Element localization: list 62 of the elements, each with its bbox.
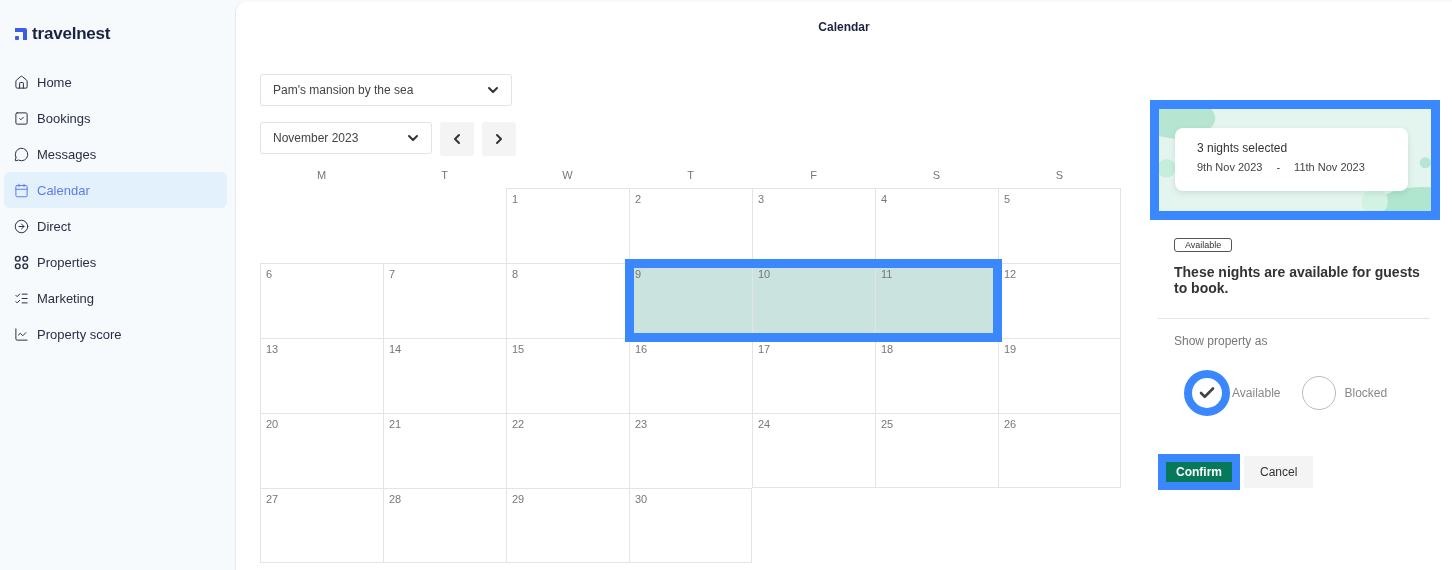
- status-badge: Available: [1174, 238, 1233, 252]
- next-button[interactable]: [482, 122, 516, 156]
- weekday-label: W: [561, 168, 574, 183]
- radio-button[interactable]: [1184, 370, 1230, 416]
- radio-button[interactable]: [1302, 376, 1337, 410]
- sidebar-item[interactable]: Direct: [4, 208, 227, 244]
- date-separator: -: [1276, 161, 1281, 173]
- weekday-label: M: [315, 168, 328, 183]
- brand-name: travelnest: [32, 24, 111, 44]
- radio-label: Blocked: [1344, 386, 1388, 400]
- sidebar-item[interactable]: Messages: [4, 136, 227, 172]
- radio-label: Available: [1232, 386, 1281, 400]
- sidebar-item[interactable]: Marketing: [4, 280, 227, 316]
- logo-icon: [14, 27, 28, 41]
- weekday-label: S: [931, 168, 942, 183]
- radio-option[interactable]: Blocked: [1302, 370, 1388, 416]
- day-cell[interactable]: 30: [629, 488, 752, 563]
- day-cell[interactable]: 28: [383, 488, 506, 563]
- day-cell[interactable]: 5: [998, 188, 1121, 263]
- end-date: 11th Nov 2023: [1294, 161, 1365, 173]
- day-cell[interactable]: 1: [506, 188, 629, 263]
- weekday-label: F: [809, 168, 818, 183]
- day-cell[interactable]: 13: [260, 338, 383, 413]
- day-cell[interactable]: 26: [998, 413, 1121, 488]
- day-cell[interactable]: 20: [260, 413, 383, 488]
- sidebar-item[interactable]: Properties: [4, 244, 227, 280]
- grid-icon: [14, 254, 29, 270]
- radio-option[interactable]: Available: [1184, 370, 1281, 416]
- sidebar-item[interactable]: Home: [4, 64, 227, 100]
- day-cell[interactable]: 24: [752, 413, 875, 488]
- sidebar-item[interactable]: Property score: [4, 316, 227, 352]
- day-cell[interactable]: 7: [383, 263, 506, 338]
- home-icon: [14, 74, 29, 90]
- show-as-label: Show property as: [1174, 334, 1269, 348]
- day-cell[interactable]: 27: [260, 488, 383, 563]
- chat-icon: [14, 146, 29, 162]
- property-select[interactable]: Pam's mansion by the sea: [260, 74, 512, 106]
- day-cell[interactable]: 6: [260, 263, 383, 338]
- weekday-label: T: [686, 168, 695, 183]
- weekday-label: T: [440, 168, 449, 183]
- month-select[interactable]: November 2023: [260, 122, 432, 154]
- day-cell[interactable]: 25: [875, 413, 998, 488]
- calendar-icon: [14, 182, 29, 198]
- weekday-label: S: [1054, 168, 1065, 183]
- sidebar-item[interactable]: Bookings: [4, 100, 227, 136]
- day-cell[interactable]: 21: [383, 413, 506, 488]
- arrow-circle-icon: [14, 218, 29, 234]
- day-cell[interactable]: 22: [506, 413, 629, 488]
- start-date: 9th Nov 2023: [1197, 161, 1263, 173]
- sidebar-item[interactable]: Calendar: [4, 172, 227, 208]
- previous-button[interactable]: [440, 122, 474, 156]
- cancel-button[interactable]: Cancel: [1244, 456, 1314, 488]
- day-cell[interactable]: 14: [383, 338, 506, 413]
- nights-selected-text: 3 nights selected: [1197, 141, 1289, 155]
- status-text: These nights are available for guests to book.: [1174, 264, 1421, 296]
- chart-icon: [14, 326, 29, 342]
- day-cell[interactable]: 29: [506, 488, 629, 563]
- day-cell[interactable]: 23: [629, 413, 752, 488]
- day-cell[interactable]: 19: [998, 338, 1121, 413]
- checkbox-icon: [14, 110, 29, 126]
- list-icon: [14, 290, 29, 306]
- page-title: Calendar: [817, 20, 871, 34]
